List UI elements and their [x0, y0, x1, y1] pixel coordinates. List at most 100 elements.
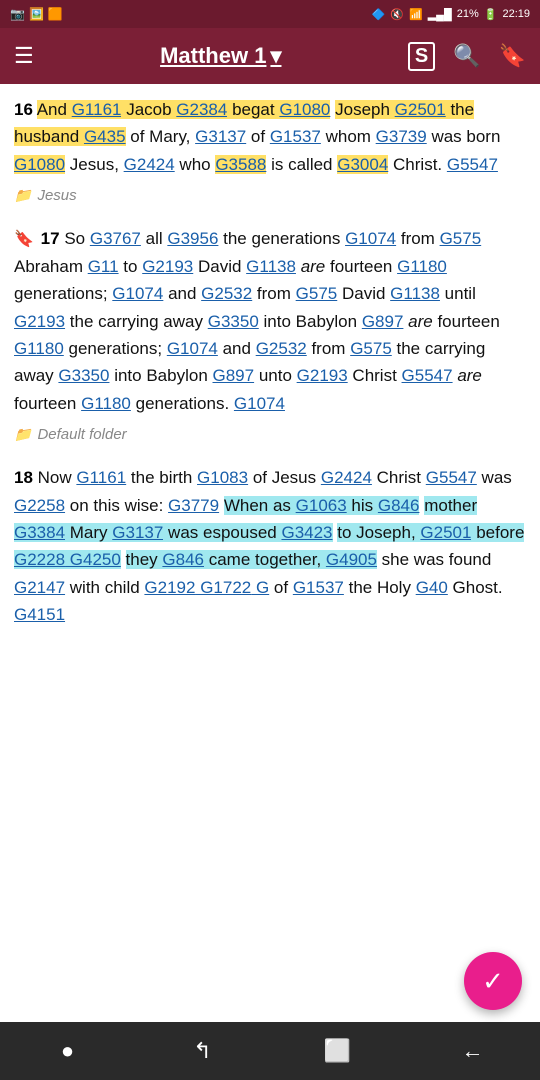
v16-g3137[interactable]: G3137: [195, 127, 246, 146]
v16-iscalled: is called: [266, 155, 337, 174]
v17-g2193a[interactable]: G2193: [142, 257, 193, 276]
v17-g1180a[interactable]: G1180: [397, 257, 447, 276]
v18-g2501[interactable]: G2501: [420, 523, 471, 542]
v17-g1180b[interactable]: G1180: [14, 339, 64, 358]
v18-g4151[interactable]: G4151: [14, 605, 65, 624]
v16-g3004[interactable]: G3004: [337, 155, 388, 174]
folder-icon-17: 📁: [14, 424, 31, 446]
fab-button[interactable]: ✓: [464, 952, 522, 1010]
v18-mary: Mary: [65, 523, 112, 542]
bottom-nav-square[interactable]: ⬜: [270, 1038, 405, 1064]
v18-mother: mother: [424, 496, 477, 515]
v18-cametogether: came together,: [204, 550, 326, 569]
v18-g3137[interactable]: G3137: [112, 523, 163, 542]
v17-g3767[interactable]: G3767: [90, 229, 141, 248]
v17-g2532a[interactable]: G2532: [201, 284, 252, 303]
v18-g2424[interactable]: G2424: [321, 468, 372, 487]
v17-g1074c[interactable]: G1074: [167, 339, 218, 358]
v18-g846a[interactable]: G846: [378, 496, 420, 515]
v17-g1074d[interactable]: G1074: [234, 394, 285, 413]
v17-g1074a[interactable]: G1074: [345, 229, 396, 248]
v17-until: until: [440, 284, 476, 303]
status-left-icons: 📷 🖼️ 🟧: [10, 7, 63, 21]
v18-g4250[interactable]: G4250: [65, 550, 121, 569]
v16-g1080b[interactable]: G1080: [14, 155, 65, 174]
v18-g3779[interactable]: G3779: [168, 496, 219, 515]
time: 22:19: [502, 8, 530, 20]
v18-ghost: Ghost.: [448, 578, 503, 597]
v17-g1138a[interactable]: G1138: [246, 257, 296, 276]
strongs-icon[interactable]: S: [408, 42, 435, 71]
menu-icon[interactable]: ☰: [14, 43, 34, 69]
v18-g2147[interactable]: G2147: [14, 578, 65, 597]
v17-g897a[interactable]: G897: [362, 312, 404, 331]
v18-whenas: When as: [224, 496, 296, 515]
fab-icon: ✓: [482, 966, 504, 997]
v17-g1180c[interactable]: G1180: [81, 394, 131, 413]
v16-g435[interactable]: G435: [84, 127, 126, 146]
nav-icons: S 🔍 🔖: [408, 42, 526, 71]
bottom-nav-dot[interactable]: ●: [0, 1038, 135, 1064]
v18-g2228[interactable]: G2228: [14, 550, 65, 569]
v18-g1537[interactable]: G: [251, 578, 269, 597]
v18-g3384[interactable]: G3384: [14, 523, 65, 542]
v16-g1537[interactable]: G1537: [270, 127, 321, 146]
v17-from: from: [401, 229, 440, 248]
v18-g4905[interactable]: G4905: [326, 550, 377, 569]
v18-was: was: [477, 468, 512, 487]
v17-g897b[interactable]: G897: [213, 366, 255, 385]
v18-g1063[interactable]: G1063: [296, 496, 347, 515]
verse-18-text: 18 Now G1161 the birth G1083 of Jesus G2…: [14, 468, 524, 624]
v17-g575c[interactable]: G575: [350, 339, 392, 358]
verse-num-18: 18: [14, 468, 33, 487]
v16-of: of: [251, 127, 270, 146]
v17-g2193b[interactable]: G2193: [14, 312, 65, 331]
v16-whom: whom: [321, 127, 376, 146]
v17-g3956[interactable]: G3956: [167, 229, 218, 248]
v16-g2501[interactable]: G2501: [395, 100, 446, 119]
v16-jesus: Jesus,: [70, 155, 124, 174]
v16-wasborn: was born: [427, 127, 501, 146]
verse-num-17: 17: [41, 229, 60, 248]
v16-g3588[interactable]: G3588: [215, 155, 266, 174]
bookmark-icon[interactable]: 🔖: [499, 43, 526, 69]
v17-g11[interactable]: G11: [88, 257, 119, 276]
v17-g1074b[interactable]: G1074: [112, 284, 163, 303]
v17-g2193c[interactable]: G2193: [297, 366, 348, 385]
v18-before: before: [471, 523, 524, 542]
v17-g1138b[interactable]: G1138: [390, 284, 440, 303]
v18-g1161[interactable]: G1161: [76, 468, 126, 487]
v17-all: all: [141, 229, 167, 248]
v18-g2258[interactable]: G2258: [14, 496, 65, 515]
v17-g575b[interactable]: G575: [296, 284, 338, 303]
v18-g2192[interactable]: G2192: [144, 578, 195, 597]
v16-g2424[interactable]: G2424: [124, 155, 175, 174]
v18-g1537b[interactable]: G1537: [293, 578, 344, 597]
v16-g2384[interactable]: G2384: [176, 100, 227, 119]
status-right-icons: 🔷 🔇 📶 ▂▄█ 21% 🔋 22:19: [372, 8, 530, 21]
search-icon[interactable]: 🔍: [453, 43, 480, 69]
v16-g1161[interactable]: G1161: [72, 100, 122, 119]
v17-g575a[interactable]: G575: [440, 229, 482, 248]
v18-g846b[interactable]: G846: [162, 550, 204, 569]
bottom-nav-return[interactable]: ←: [405, 1038, 540, 1064]
folder-label-16: Jesus: [37, 184, 76, 207]
bottom-nav-back-arrow[interactable]: ↰: [135, 1038, 270, 1064]
v17-g2532b[interactable]: G2532: [256, 339, 307, 358]
v16-g1080a[interactable]: G1080: [279, 100, 330, 119]
battery-level: 21%: [457, 8, 479, 20]
v18-g3423[interactable]: G3423: [281, 523, 332, 542]
v18-birth: the birth: [126, 468, 197, 487]
v16-g3739[interactable]: G3739: [376, 127, 427, 146]
v17-g5547[interactable]: G5547: [402, 366, 453, 385]
v18-g40[interactable]: G40: [416, 578, 448, 597]
v18-g5547[interactable]: G5547: [426, 468, 477, 487]
v18-g1722[interactable]: G1722: [195, 578, 251, 597]
verse-17-bookmark[interactable]: 🔖: [14, 231, 34, 248]
v17-g3350b[interactable]: G3350: [58, 366, 109, 385]
v18-g1083[interactable]: G1083: [197, 468, 248, 487]
v18-found: found: [449, 550, 492, 569]
v17-g3350a[interactable]: G3350: [208, 312, 259, 331]
v16-g5547[interactable]: G5547: [447, 155, 498, 174]
nav-title[interactable]: Matthew 1 ▾: [160, 43, 281, 69]
